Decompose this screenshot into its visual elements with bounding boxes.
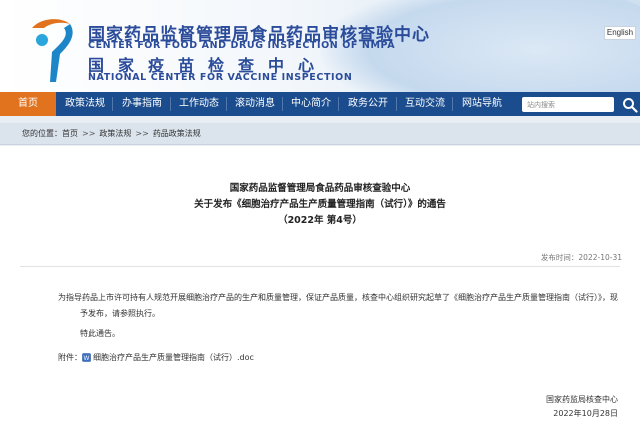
- publish-date: 发布时间：2022-10-31: [540, 253, 622, 262]
- breadcrumb-separator: >>: [135, 129, 149, 138]
- nav-item-work-news[interactable]: 工作动态: [172, 92, 226, 116]
- svg-text:W: W: [84, 356, 90, 362]
- nav-item-rolling-news[interactable]: 滚动消息: [228, 92, 282, 116]
- signing-date: 2022年10月28日: [553, 409, 618, 418]
- breadcrumb-drug-policies-link[interactable]: 药品政策法规: [153, 129, 201, 138]
- article-notice: 特此通告。: [80, 329, 120, 338]
- nav-divider: [338, 97, 339, 111]
- nav-item-interaction[interactable]: 互动交流: [398, 92, 452, 116]
- word-document-icon: W: [82, 353, 91, 362]
- divider: [20, 266, 620, 267]
- site-search-input[interactable]: [522, 97, 614, 112]
- nav-item-home[interactable]: 首页: [0, 92, 56, 116]
- english-language-button[interactable]: English: [604, 26, 636, 40]
- breadcrumb: 您的位置：首页 >> 政策法规 >> 药品政策法规: [22, 123, 201, 145]
- attachment-row: 附件： W 细胞治疗产品生产质量管理指南（试行）.doc: [58, 352, 254, 363]
- breadcrumb-policies-link[interactable]: 政策法规: [99, 129, 131, 138]
- article-title-line2: 关于发布《细胞治疗产品生产质量管理指南（试行）》的通告: [194, 199, 446, 210]
- nav-item-gov-affairs[interactable]: 政务公开: [340, 92, 396, 116]
- article-title-line3: （2022年 第4号）: [278, 215, 362, 226]
- article-body-paragraph: 为指导药品上市许可持有人规范开展细胞治疗产品的生产和质量管理，保证产品质量，核查…: [58, 293, 618, 318]
- breadcrumb-separator: >>: [82, 129, 96, 138]
- nav-item-service-guide[interactable]: 办事指南: [114, 92, 170, 116]
- attachment-label: 附件：: [58, 353, 82, 362]
- nmpa-logo-icon[interactable]: [26, 14, 82, 84]
- nav-divider: [282, 97, 283, 111]
- nav-divider: [396, 97, 397, 111]
- nav-divider: [170, 97, 171, 111]
- attachment-file-link[interactable]: 细胞治疗产品生产质量管理指南（试行）.doc: [93, 352, 254, 363]
- article-title-line1: 国家药品监督管理局食品药品审核查验中心: [229, 183, 411, 194]
- nav-divider: [452, 97, 453, 111]
- nav-divider: [226, 97, 227, 111]
- nav-item-site-map[interactable]: 网站导航: [454, 92, 510, 116]
- breadcrumb-home-link[interactable]: 首页: [62, 129, 78, 138]
- breadcrumb-bar: 您的位置：首页 >> 政策法规 >> 药品政策法规: [0, 123, 640, 145]
- nav-divider: [112, 97, 113, 111]
- signing-organization: 国家药监局核查中心: [546, 395, 618, 404]
- header-title-en: CENTER FOR FOOD AND DRUG INSPECTION OF N…: [88, 40, 396, 51]
- nav-item-about[interactable]: 中心简介: [284, 92, 338, 116]
- breadcrumb-prefix: 您的位置：: [22, 129, 62, 138]
- site-header: 国家药品监督管理局食品药品审核查验中心 CENTER FOR FOOD AND …: [0, 0, 640, 92]
- search-icon[interactable]: [622, 97, 638, 113]
- header-subtitle-en: NATIONAL CENTER FOR VACCINE INSPECTION: [88, 72, 353, 83]
- article-content: 国家药品监督管理局食品药品审核查验中心 关于发布《细胞治疗产品生产质量管理指南（…: [0, 146, 640, 427]
- nav-item-policies[interactable]: 政策法规: [58, 92, 112, 116]
